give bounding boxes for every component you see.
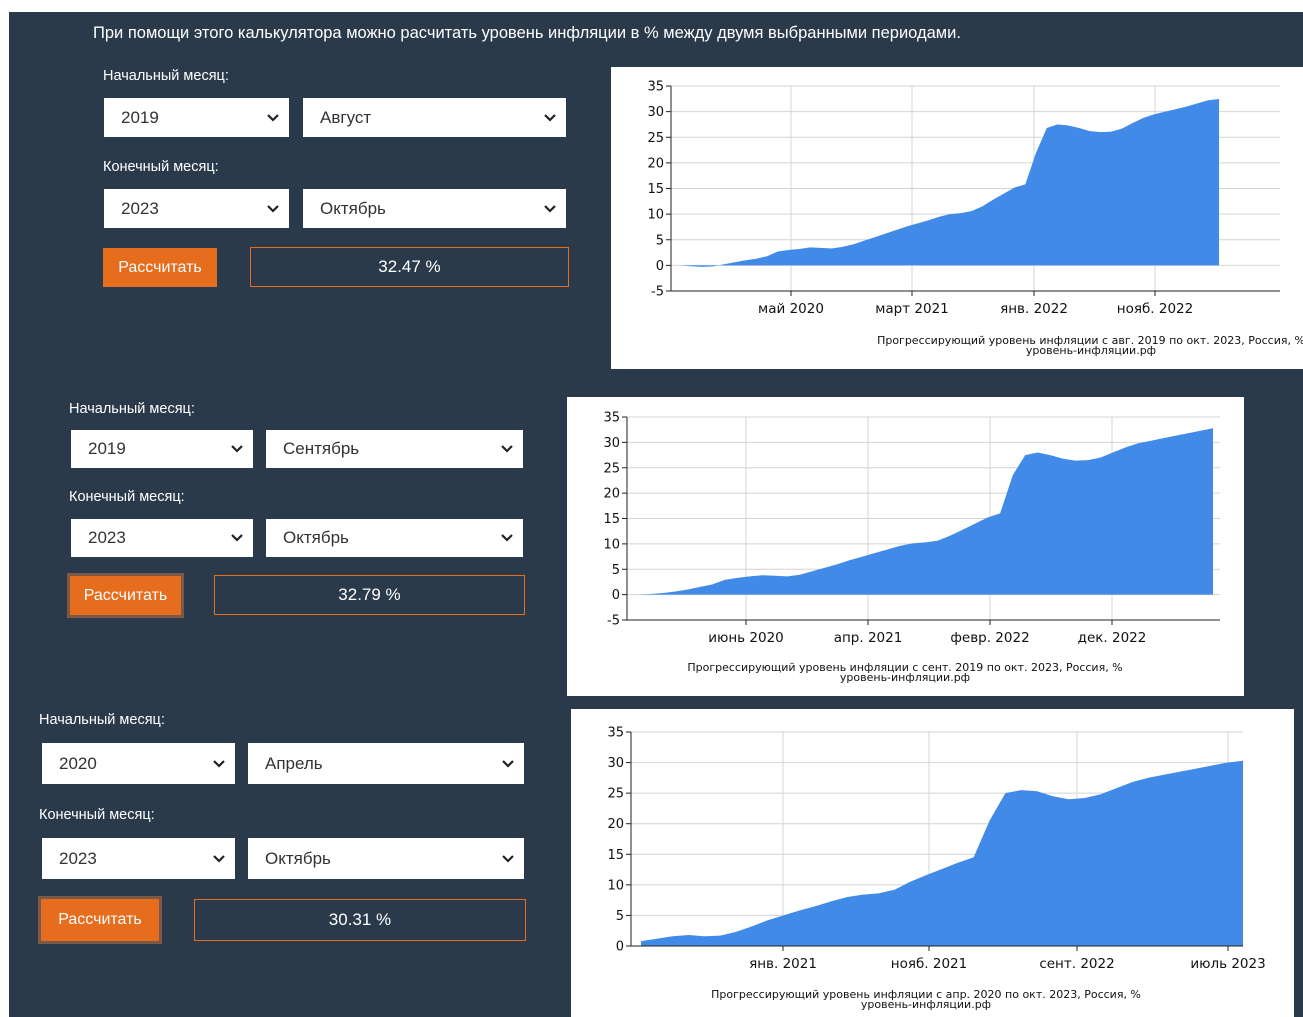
end-year-value: 2023 <box>88 528 126 547</box>
y-tick-label: 10 <box>647 208 664 223</box>
y-tick-label: -5 <box>651 285 664 300</box>
start-month-select[interactable]: Август <box>303 98 566 137</box>
y-tick-label: 30 <box>603 436 620 451</box>
y-tick-label: -5 <box>607 614 620 629</box>
y-tick-label: 20 <box>603 487 620 502</box>
end-month-select[interactable]: Октябрь <box>303 189 566 228</box>
x-tick-label: дек. 2022 <box>1078 630 1147 646</box>
chevron-down-icon <box>544 204 556 213</box>
start-month-label: Начальный месяц: <box>103 68 229 84</box>
chevron-down-icon <box>501 445 513 453</box>
end-month-value: Октябрь <box>265 848 331 868</box>
start-month-value: Апрель <box>265 753 323 773</box>
end-month-value: Октябрь <box>283 528 349 547</box>
x-tick-label: май 2020 <box>758 301 824 317</box>
start-month-label: Начальный месяц: <box>69 401 195 417</box>
start-year-value: 2020 <box>59 753 97 773</box>
end-month-label: Конечный месяц: <box>69 489 185 505</box>
y-tick-label: 15 <box>603 512 620 527</box>
chart-source: уровень-инфляции.рф <box>840 671 970 684</box>
x-tick-label: нояб. 2021 <box>891 956 967 972</box>
calculate-button[interactable]: Рассчитать <box>67 573 184 618</box>
start-year-select[interactable]: 2019 <box>71 430 253 468</box>
chart-svg: 35 30 25 20 15 10 5 0 -5 май 2020 март 2021 янв. 20… <box>647 80 1303 358</box>
end-month-label: Конечный месяц: <box>39 807 155 823</box>
chevron-down-icon <box>501 534 513 542</box>
chart-svg: 35 30 25 20 15 10 5 0 янв. 2021 нояб. 2021 сент. 2… <box>607 726 1265 1012</box>
x-tick-label: июль 2023 <box>1190 956 1265 972</box>
start-month-value: Август <box>320 107 372 127</box>
chevron-down-icon <box>231 534 243 542</box>
y-tick-label: 25 <box>603 461 620 476</box>
start-year-select[interactable]: 2019 <box>104 98 289 137</box>
x-tick-label: апр. 2021 <box>834 630 903 646</box>
inflation-chart: 35 30 25 20 15 10 5 0 янв. 2021 нояб. 2021 сент. 2… <box>571 709 1294 1017</box>
start-month-select[interactable]: Апрель <box>248 743 524 784</box>
result-value: 32.47 % <box>250 247 569 287</box>
inflation-area <box>681 99 1219 267</box>
y-tick-label: 30 <box>607 756 624 771</box>
y-tick-label: 0 <box>656 259 664 274</box>
x-tick-label: янв. 2021 <box>749 956 817 972</box>
chart-source: уровень-инфляции.рф <box>861 998 991 1011</box>
chevron-down-icon <box>213 759 225 768</box>
end-year-select[interactable]: 2023 <box>42 838 235 879</box>
result-value: 32.79 % <box>214 575 525 615</box>
y-tick-label: 30 <box>647 105 664 120</box>
y-tick-label: 20 <box>647 156 664 171</box>
inflation-chart: 35 30 25 20 15 10 5 0 -5 июнь 2020 апр. 2021 февр. … <box>567 397 1244 696</box>
end-year-select[interactable]: 2023 <box>71 519 253 557</box>
chart-svg: 35 30 25 20 15 10 5 0 -5 июнь 2020 апр. 2021 февр. … <box>603 411 1220 684</box>
chevron-down-icon <box>502 854 514 863</box>
y-tick-label: 25 <box>607 787 624 802</box>
end-month-label: Конечный месяц: <box>103 159 219 175</box>
chart-source: уровень-инфляции.рф <box>1026 344 1156 357</box>
y-tick-label: 35 <box>607 726 624 741</box>
chevron-down-icon <box>544 113 556 122</box>
end-year-value: 2023 <box>121 198 159 218</box>
start-year-value: 2019 <box>121 107 159 127</box>
start-year-select[interactable]: 2020 <box>42 743 235 784</box>
chevron-down-icon <box>267 204 279 213</box>
x-tick-label: нояб. 2022 <box>1117 301 1193 317</box>
y-tick-label: 15 <box>607 848 624 863</box>
y-tick-label: 15 <box>647 182 664 197</box>
x-tick-label: март 2021 <box>875 301 949 317</box>
y-tick-label: 5 <box>612 563 620 578</box>
intro-text: При помощи этого калькулятора можно расч… <box>93 24 961 42</box>
chevron-down-icon <box>502 759 514 768</box>
panel-divider-strip <box>9 369 1303 384</box>
calculate-button[interactable]: Рассчитать <box>38 896 162 944</box>
y-tick-label: 10 <box>603 537 620 552</box>
y-tick-label: 20 <box>607 817 624 832</box>
x-tick-label: янв. 2022 <box>1000 301 1068 317</box>
start-month-value: Сентябрь <box>283 439 360 458</box>
y-tick-label: 10 <box>607 878 624 893</box>
chevron-down-icon <box>267 113 279 122</box>
y-tick-label: 5 <box>616 909 624 924</box>
x-tick-label: июнь 2020 <box>708 630 784 646</box>
start-month-label: Начальный месяц: <box>39 712 165 728</box>
end-month-value: Октябрь <box>320 198 386 218</box>
calculate-button[interactable]: Рассчитать <box>103 248 217 287</box>
end-month-select[interactable]: Октябрь <box>266 519 523 557</box>
end-year-value: 2023 <box>59 848 97 868</box>
chevron-down-icon <box>231 445 243 453</box>
start-year-value: 2019 <box>88 439 126 458</box>
y-tick-label: 0 <box>616 940 624 955</box>
x-tick-label: сент. 2022 <box>1039 956 1114 972</box>
inflation-area <box>641 760 1243 946</box>
result-value: 30.31 % <box>194 899 526 941</box>
y-tick-label: 5 <box>656 233 664 248</box>
inflation-chart: 35 30 25 20 15 10 5 0 -5 май 2020 март 2021 янв. 20… <box>611 67 1303 369</box>
end-year-select[interactable]: 2023 <box>104 189 289 228</box>
y-tick-label: 35 <box>603 411 620 426</box>
x-tick-label: февр. 2022 <box>950 630 1029 646</box>
chevron-down-icon <box>213 854 225 863</box>
y-tick-label: 35 <box>647 80 664 95</box>
y-tick-label: 0 <box>612 588 620 603</box>
end-month-select[interactable]: Октябрь <box>248 838 524 879</box>
start-month-select[interactable]: Сентябрь <box>266 430 523 468</box>
y-tick-label: 25 <box>647 131 664 146</box>
